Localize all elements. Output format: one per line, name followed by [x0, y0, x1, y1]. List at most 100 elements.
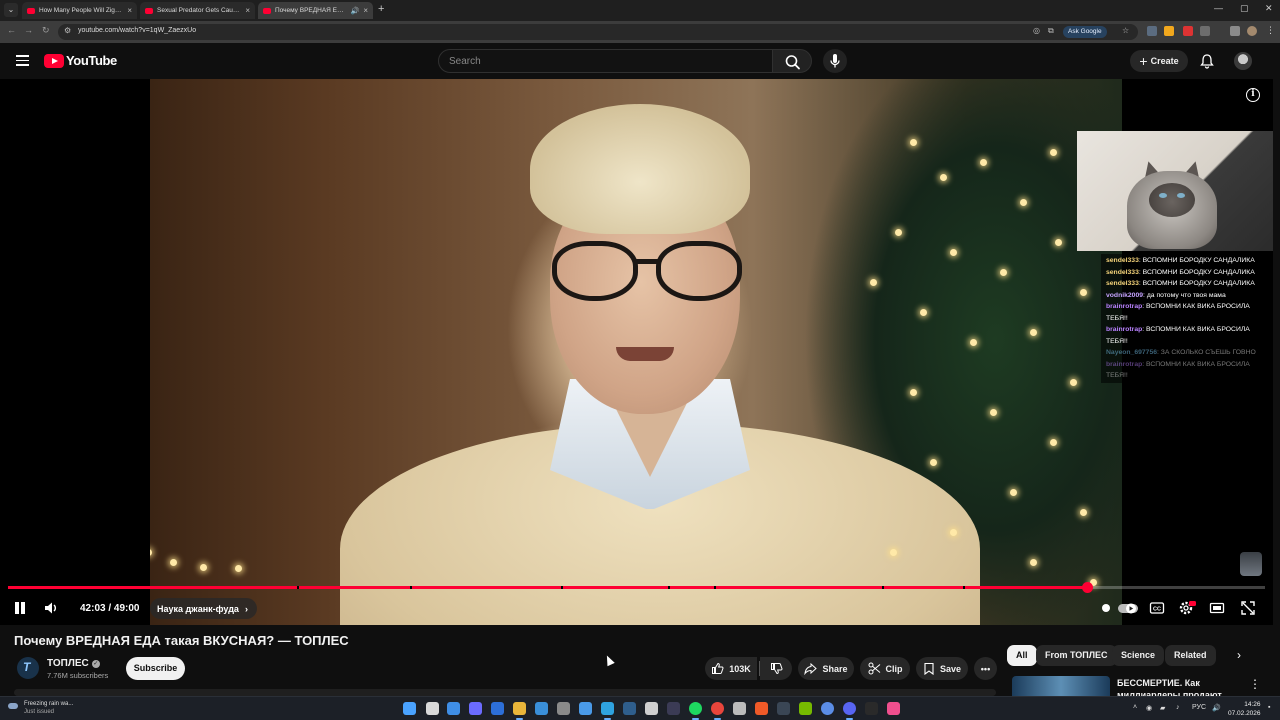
calculator-icon[interactable]: [557, 702, 570, 715]
browser-icon[interactable]: [821, 702, 834, 715]
subtitles-icon[interactable]: CC: [1149, 600, 1165, 616]
github-icon[interactable]: [733, 702, 746, 715]
ask-google-button[interactable]: Ask Google: [1063, 26, 1107, 38]
more-actions-button[interactable]: •••: [974, 657, 997, 680]
browser-tab-2[interactable]: Sexual Predator Gets Caught in ×: [140, 2, 255, 19]
tab-search-menu-button[interactable]: ⌄: [4, 3, 18, 17]
discord-icon[interactable]: [843, 702, 856, 720]
close-tab-icon[interactable]: ×: [127, 6, 132, 15]
widgets-icon[interactable]: [447, 702, 460, 715]
browser-menu-icon[interactable]: ⋮: [1266, 25, 1275, 36]
file-explorer-icon[interactable]: [513, 702, 526, 720]
telegram-icon[interactable]: [601, 702, 614, 720]
subscribe-button[interactable]: Subscribe: [126, 657, 185, 680]
google-lens-icon[interactable]: ◎: [1033, 26, 1040, 35]
close-window-icon[interactable]: ✕: [1265, 3, 1273, 14]
reload-icon[interactable]: ↻: [42, 25, 50, 36]
close-tab-icon[interactable]: ×: [245, 6, 250, 15]
search-button[interactable]: [772, 49, 812, 73]
steam-icon[interactable]: [623, 702, 636, 715]
app-icon[interactable]: [777, 702, 790, 715]
channel-name[interactable]: ТОПЛЕС: [47, 658, 89, 669]
video-frame[interactable]: [150, 79, 1122, 625]
filter-chip[interactable]: Science: [1112, 645, 1165, 666]
nvidia-icon[interactable]: [799, 702, 812, 715]
downloads-icon[interactable]: [1230, 26, 1240, 36]
filter-chip[interactable]: Related: [1165, 645, 1216, 666]
chapter-title-button[interactable]: Наука джанк-фуда ›: [150, 598, 257, 619]
youtube-logo-text[interactable]: YouTube: [66, 53, 117, 68]
search-icon[interactable]: [426, 702, 439, 715]
brave-icon[interactable]: [755, 702, 768, 715]
dislike-button[interactable]: [760, 657, 792, 680]
store-icon[interactable]: [579, 702, 592, 715]
save-button[interactable]: Save: [916, 657, 968, 680]
new-tab-button[interactable]: +: [378, 3, 384, 15]
search-box[interactable]: [438, 49, 773, 73]
language-indicator[interactable]: РУС: [1192, 704, 1206, 711]
extensions-puzzle-icon[interactable]: [1200, 26, 1210, 36]
channel-avatar[interactable]: [17, 657, 39, 679]
recommended-video-title[interactable]: БЕССМЕРТИЕ. Как миллиардеры продают: [1117, 677, 1227, 696]
scrubber-handle[interactable]: [1081, 582, 1093, 593]
weather-widget[interactable]: Freezing rain wa... Just issued: [24, 700, 73, 716]
chevron-right-icon[interactable]: ›: [1237, 648, 1241, 662]
info-icon[interactable]: i: [1246, 88, 1260, 102]
youtube-logo-icon[interactable]: [44, 54, 64, 68]
microphone-icon[interactable]: ♪: [1176, 704, 1180, 711]
theater-mode-icon[interactable]: [1209, 600, 1225, 616]
minimize-window-icon[interactable]: —: [1214, 3, 1223, 13]
clip-button[interactable]: Clip: [860, 657, 910, 680]
browser-tab-3-active[interactable]: Почему ВРЕДНАЯ ЕДА так 🔊 ×: [258, 2, 373, 19]
install-app-icon[interactable]: ⧉: [1048, 26, 1054, 36]
video-player[interactable]: i sendel333: ВСПОМНИ БОРОДКУ САНДАЛИКА se…: [0, 79, 1273, 625]
obs-icon[interactable]: [667, 702, 680, 715]
create-button[interactable]: + Create: [1130, 50, 1188, 72]
description-box[interactable]: [14, 689, 996, 696]
more-vertical-icon[interactable]: ⋮: [1249, 677, 1261, 691]
voice-search-button[interactable]: [823, 49, 847, 73]
speaker-icon[interactable]: 🔊: [351, 7, 360, 15]
blank-app-icon[interactable]: [865, 702, 878, 715]
account-avatar[interactable]: [1234, 52, 1252, 70]
tray-app-icon[interactable]: ▰: [1160, 704, 1165, 712]
filter-chip[interactable]: From ТОПЛЕС: [1036, 645, 1117, 666]
search-input[interactable]: [439, 50, 772, 72]
maximize-window-icon[interactable]: ▢: [1240, 3, 1249, 14]
bookmark-star-icon[interactable]: ☆: [1122, 26, 1129, 35]
channel-name-link[interactable]: ТОПЛЕС ✓: [47, 658, 100, 669]
miniplayer-dot-icon[interactable]: [1100, 600, 1112, 616]
powershell-icon[interactable]: [491, 702, 504, 715]
windows-start-icon[interactable]: [403, 702, 416, 715]
settings-gear-icon[interactable]: [1178, 600, 1196, 616]
tray-chevron-icon[interactable]: ˄: [1133, 704, 1137, 711]
itunes-icon[interactable]: [887, 702, 900, 715]
extension-icon[interactable]: [1183, 26, 1193, 36]
recommended-video-thumbnail[interactable]: [1012, 676, 1110, 696]
forward-arrow-icon[interactable]: →: [24, 25, 33, 35]
mail-icon[interactable]: [535, 702, 548, 715]
back-arrow-icon[interactable]: ←: [7, 25, 16, 35]
autoplay-toggle[interactable]: [1117, 600, 1139, 616]
browser-tab-1[interactable]: How Many People Will Zigant Have ×: [22, 2, 137, 19]
pause-icon[interactable]: [14, 602, 25, 614]
notifications-bell-icon[interactable]: [1199, 53, 1215, 69]
volume-icon[interactable]: [43, 600, 59, 616]
guide-menu-icon[interactable]: [16, 55, 29, 66]
chatgpt-icon[interactable]: [645, 702, 658, 715]
site-info-icon[interactable]: ⚙: [64, 26, 71, 35]
notification-icon[interactable]: ▪: [1268, 704, 1270, 711]
tray-network-icon[interactable]: ◉: [1146, 704, 1152, 712]
chrome-icon[interactable]: [711, 702, 724, 720]
close-tab-icon[interactable]: ×: [363, 6, 368, 15]
system-clock[interactable]: 14:26 07.02.2026: [1228, 700, 1261, 718]
extension-icon[interactable]: [1164, 26, 1174, 36]
filter-chip[interactable]: All: [1007, 645, 1037, 666]
profile-avatar[interactable]: [1247, 26, 1257, 36]
like-button[interactable]: 103K: [705, 657, 757, 680]
share-button[interactable]: Share: [798, 657, 854, 680]
volume-icon[interactable]: 🔊: [1212, 704, 1221, 712]
spotify-icon[interactable]: [689, 702, 702, 720]
fullscreen-icon[interactable]: [1240, 600, 1256, 616]
address-bar[interactable]: ⚙ youtube.com/watch?v=1qW_ZaezxUo ◎ ⧉ As…: [58, 24, 1138, 40]
